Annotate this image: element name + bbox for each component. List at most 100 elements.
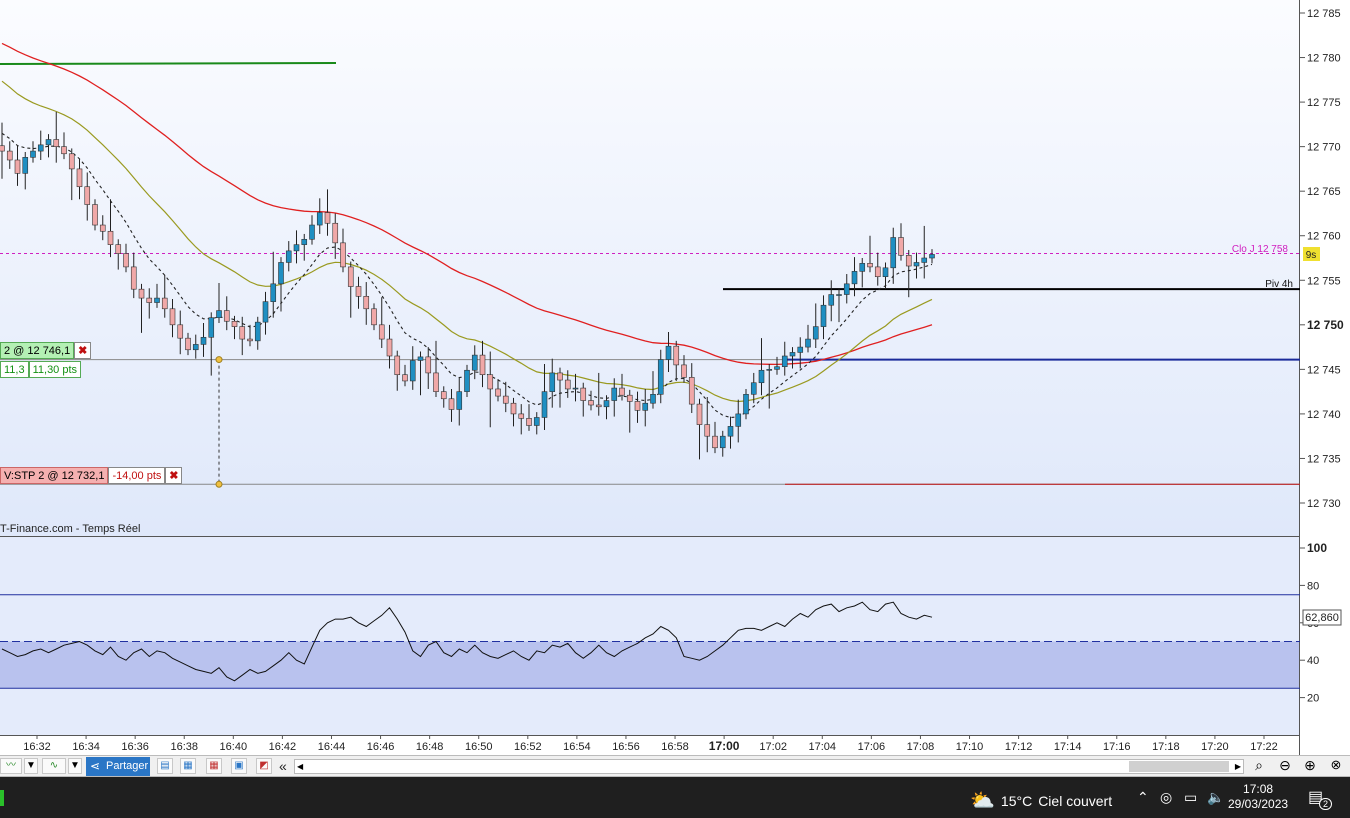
time-tick-label: 17:12 <box>1005 741 1033 753</box>
volume-icon[interactable]: 🔈 <box>1207 789 1224 806</box>
candle-body <box>6 150 13 161</box>
stop-order-ticket[interactable]: V:STP 2 @ 12 732,1 -14,00 pts ✖ <box>0 467 183 484</box>
candle-body <box>293 244 300 252</box>
price-tick-label: 12 770 <box>1307 142 1341 154</box>
scroll-left-double-icon[interactable]: « <box>279 758 287 775</box>
time-tick-label: 17:14 <box>1054 741 1082 753</box>
scroll-left-arrow-icon[interactable]: ◀ <box>297 760 303 773</box>
taskbar-app-indicator[interactable] <box>0 790 4 806</box>
time-tick-label: 16:50 <box>465 741 493 753</box>
candle-body <box>301 238 308 245</box>
candle-body <box>805 338 811 348</box>
candle-body <box>402 374 408 382</box>
indicator-icon[interactable]: ∿ <box>42 758 66 774</box>
candle-body <box>921 257 928 263</box>
candle-body <box>882 267 889 278</box>
share-button[interactable]: ⋖ Partager <box>86 757 150 776</box>
candle-body <box>185 337 191 351</box>
windows-taskbar: ⛅ 15°C Ciel couvert ⌃ ◎ ▭ 🔈 17:08 29/03/… <box>0 777 1350 818</box>
candle-body <box>371 308 377 326</box>
chevron-up-icon[interactable]: ⌃ <box>1137 789 1149 806</box>
candle-body <box>735 413 742 427</box>
comment-icon[interactable]: ▤ <box>157 758 173 774</box>
candle-body <box>22 157 29 174</box>
candle-body <box>231 320 238 327</box>
candle-body <box>619 387 625 396</box>
scrollbar-thumb[interactable] <box>1129 761 1229 772</box>
candle-body <box>634 401 641 411</box>
time-tick-label: 16:34 <box>72 741 100 753</box>
candle-body <box>316 212 323 226</box>
candle-body <box>30 150 36 158</box>
price-panel-background <box>0 0 1300 536</box>
candle-body <box>898 237 904 256</box>
table-icon[interactable]: ▦ <box>206 758 222 774</box>
zoom-reset-icon[interactable]: ⊗ <box>1328 758 1344 774</box>
weather-widget[interactable]: ⛅ 15°C Ciel couvert <box>970 788 1112 813</box>
candle-body <box>580 387 587 401</box>
candle-body <box>192 344 199 351</box>
candle-body <box>378 324 385 340</box>
orders-list-icon[interactable]: ▦ <box>180 758 196 774</box>
candle-body <box>642 402 649 411</box>
candle-body <box>61 146 67 155</box>
candle-body <box>161 297 168 310</box>
piv-4h-label: Piv 4h <box>1265 279 1293 290</box>
candle-body <box>0 145 5 152</box>
trading-chart[interactable]: 12 730 12 735 12 740 12 745 12 750 12 755 12 7… <box>0 0 1350 818</box>
candle-body <box>92 204 98 226</box>
candle-body <box>417 356 424 361</box>
weather-description: Ciel couvert <box>1038 792 1113 809</box>
horizontal-scrollbar[interactable]: ◀ ▶ <box>294 759 1244 774</box>
candle-body <box>84 186 91 205</box>
scroll-right-arrow-icon[interactable]: ▶ <box>1235 760 1241 773</box>
candle-body <box>386 338 393 357</box>
price-tick-label: 12 745 <box>1307 364 1341 376</box>
cancel-stop-order-icon[interactable]: ✖ <box>165 467 183 484</box>
rsi-tick-label: 20 <box>1307 693 1319 705</box>
candle-body <box>743 394 749 415</box>
candle-body <box>332 222 339 244</box>
candle-body <box>270 283 277 302</box>
window-icon[interactable]: ▣ <box>231 758 247 774</box>
candle-body <box>766 369 773 371</box>
zoom-in-icon[interactable]: ⊕ <box>1302 758 1318 774</box>
candle-body <box>774 366 780 370</box>
candle-body <box>409 360 416 382</box>
indicator-dropdown-icon[interactable]: ▼ <box>68 758 82 774</box>
time-tick-label: 16:40 <box>220 741 248 753</box>
candle-body <box>905 255 912 267</box>
candle-body <box>154 297 160 303</box>
candle-body <box>107 230 114 245</box>
candle-body <box>223 310 230 322</box>
chart-style-icon[interactable]: 〰 <box>0 758 22 774</box>
data-source-label: T-Finance.com - Temps Réel <box>0 523 141 535</box>
price-tick-label: 12 760 <box>1307 231 1341 243</box>
buy-order-label[interactable]: 2 @ 12 746,1 <box>0 342 75 359</box>
candle-body <box>750 382 757 395</box>
chart-style-dropdown-icon[interactable]: ▼ <box>24 758 38 774</box>
network-icon[interactable]: ▭ <box>1184 789 1197 806</box>
candle-body <box>487 374 494 390</box>
buy-order-ticket[interactable]: 2 @ 12 746,1 ✖ <box>0 342 92 359</box>
camera-icon[interactable]: ◎ <box>1160 789 1172 806</box>
taskbar-clock[interactable]: 17:08 29/03/2023 <box>1228 782 1288 812</box>
candle-body <box>781 355 788 367</box>
candle-body <box>479 354 486 376</box>
cancel-buy-order-icon[interactable]: ✖ <box>74 342 92 359</box>
candle-body <box>76 168 83 188</box>
trade-icon[interactable]: ◩ <box>256 758 272 774</box>
time-tick-label: 16:46 <box>367 741 395 753</box>
buy-order-pnl-pts: 11,30 pts <box>28 361 82 378</box>
zoom-fit-icon[interactable]: ⌕ <box>1251 758 1267 774</box>
time-tick-label: 17:06 <box>858 741 886 753</box>
time-tick-label: 17:20 <box>1201 741 1229 753</box>
candle-body <box>549 372 556 392</box>
time-tick-label: 16:52 <box>514 741 542 753</box>
candle-body <box>650 394 656 404</box>
stop-order-label[interactable]: V:STP 2 @ 12 732,1 <box>0 467 109 484</box>
zoom-out-icon[interactable]: ⊖ <box>1277 758 1293 774</box>
cloud-sun-icon: ⛅ <box>970 790 995 812</box>
candle-body <box>285 250 292 263</box>
candle-body <box>425 356 432 374</box>
